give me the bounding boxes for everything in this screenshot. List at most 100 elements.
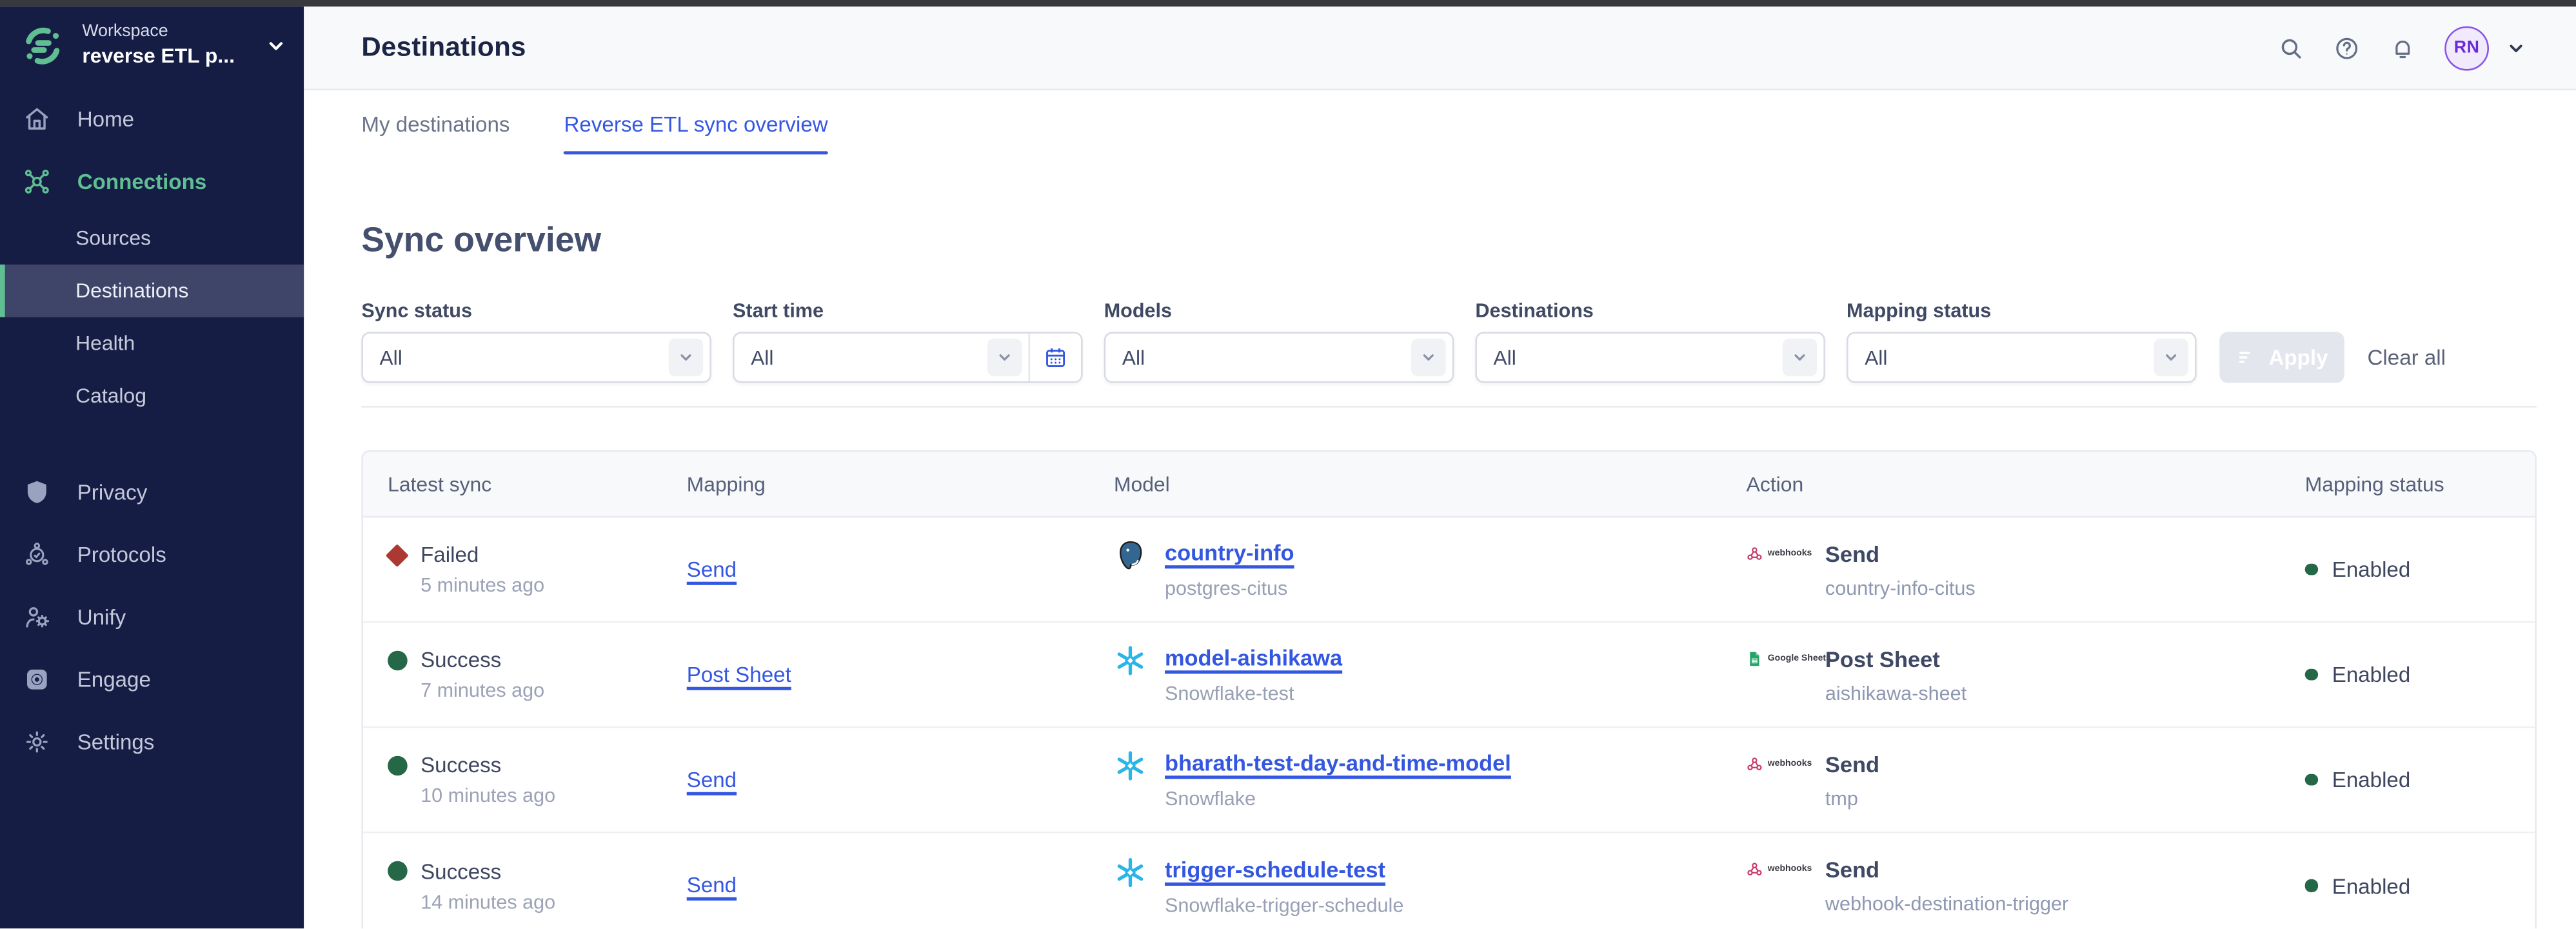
latest-sync-cell: Failed5 minutes ago xyxy=(363,543,687,597)
table-row: Success7 minutes agoPost Sheetmodel-aish… xyxy=(363,623,2535,728)
mapping-link[interactable]: Send xyxy=(687,556,737,581)
chevron-down-icon[interactable] xyxy=(2505,37,2526,58)
mapping-cell: Send xyxy=(687,871,1114,901)
model-source: postgres-citus xyxy=(1165,577,1294,600)
sidebar-item-settings[interactable]: Settings xyxy=(0,710,304,772)
sidebar-item-label: Engage xyxy=(77,666,151,691)
content: Sync overview Sync statusAllStart timeAl… xyxy=(304,219,2576,929)
tab-reverse-etl-sync-overview[interactable]: Reverse ETL sync overview xyxy=(564,90,828,157)
google-sheets-logo: Google Sheets xyxy=(1747,650,1812,666)
sidebar-item-destinations[interactable]: Destinations xyxy=(0,265,304,317)
sidebar-item-engage[interactable]: Engage xyxy=(0,648,304,710)
sidebar-item-label: Privacy xyxy=(77,479,148,504)
topbar: Destinations RN xyxy=(304,6,2576,90)
connections-icon xyxy=(23,167,51,195)
action-name: Post Sheet xyxy=(1825,645,1967,673)
sidebar-nav: Home Connections SourcesDestinationsHealth… xyxy=(0,87,304,772)
table-row: Success10 minutes agoSendbharath-test-da… xyxy=(363,728,2535,833)
postgresql-icon xyxy=(1114,539,1147,572)
apply-label: Apply xyxy=(2269,345,2328,370)
model-link[interactable]: country-info xyxy=(1165,539,1294,566)
status-success-icon xyxy=(388,861,408,881)
sidebar-item-catalog[interactable]: Catalog xyxy=(0,370,304,423)
sidebar-item-connections[interactable]: Connections xyxy=(0,150,304,212)
filter-select-models[interactable]: All xyxy=(1105,334,1452,381)
mapping-cell: Send xyxy=(687,555,1114,584)
app-root: Workspace reverse ETL p... Home Connectio… xyxy=(0,0,2576,929)
sync-overview-table: Latest syncMappingModelActionMapping sta… xyxy=(361,450,2536,929)
home-icon xyxy=(23,105,51,132)
filter-label: Models xyxy=(1104,299,1454,323)
chevron-down-icon xyxy=(987,339,1022,377)
chevron-down-icon xyxy=(1411,339,1445,377)
sidebar-item-label: Settings xyxy=(77,729,155,754)
sync-status-text: Success xyxy=(421,648,501,672)
enabled-dot-icon xyxy=(2305,774,2317,786)
snowflake-icon xyxy=(1114,750,1147,783)
action-cell: webhooksSendcountry-info-citus xyxy=(1747,540,2295,599)
sidebar-item-protocols[interactable]: Protocols xyxy=(0,523,304,585)
action-destination: tmp xyxy=(1825,786,1879,810)
sync-time: 5 minutes ago xyxy=(388,574,687,597)
sidebar-item-label: Connections xyxy=(77,168,207,193)
mapping-status-cell: Enabled xyxy=(2295,557,2535,581)
sidebar-item-privacy[interactable]: Privacy xyxy=(0,460,304,523)
notifications-bell-icon[interactable] xyxy=(2389,34,2417,61)
mapping-link[interactable]: Post Sheet xyxy=(687,661,791,686)
tab-bar: My destinations Reverse ETL sync overview xyxy=(304,90,2576,157)
model-link[interactable]: trigger-schedule-test xyxy=(1165,855,1385,883)
filter-label: Start time xyxy=(733,299,1083,323)
calendar-icon[interactable] xyxy=(1029,334,1082,381)
filter-select-start-time[interactable]: All xyxy=(735,334,1029,381)
avatar[interactable]: RN xyxy=(2444,25,2489,70)
apply-button[interactable]: Apply xyxy=(2219,332,2344,383)
sidebar-item-home[interactable]: Home xyxy=(0,87,304,150)
snowflake-icon xyxy=(1114,855,1147,888)
search-icon[interactable] xyxy=(2277,34,2304,61)
filter-select-sync-status[interactable]: All xyxy=(363,334,709,381)
action-cell: Google SheetsPost Sheetaishikawa-sheet xyxy=(1747,645,2295,704)
workspace-switcher[interactable]: Workspace reverse ETL p... xyxy=(0,6,304,69)
enabled-dot-icon xyxy=(2305,879,2317,892)
sidebar-item-sources[interactable]: Sources xyxy=(0,212,304,265)
filter-field-sync-status: Sync statusAll xyxy=(361,299,711,383)
main-area: Destinations RN My destinations Reverse E… xyxy=(304,6,2576,929)
mapping-cell: Send xyxy=(687,765,1114,795)
sync-status-text: Success xyxy=(421,859,501,883)
action-name: Send xyxy=(1825,856,2068,884)
select-value: All xyxy=(1122,346,1411,369)
model-cell: bharath-test-day-and-time-model Snowflake xyxy=(1114,750,1747,810)
model-link[interactable]: model-aishikawa xyxy=(1165,644,1342,672)
mapping-status-text: Enabled xyxy=(2332,663,2411,687)
filter-field-destinations: DestinationsAll xyxy=(1475,299,1825,383)
sidebar-item-label: Protocols xyxy=(77,541,166,566)
mapping-link[interactable]: Send xyxy=(687,873,737,897)
sidebar-item-unify[interactable]: Unify xyxy=(0,585,304,648)
sidebar-item-health[interactable]: Health xyxy=(0,317,304,370)
chevron-down-icon xyxy=(669,339,703,377)
model-link[interactable]: bharath-test-day-and-time-model xyxy=(1165,750,1511,777)
webhooks-icon xyxy=(1747,755,1763,771)
mapping-status-cell: Enabled xyxy=(2295,663,2535,687)
status-success-icon xyxy=(388,755,408,775)
google-sheets-icon xyxy=(1747,650,1763,666)
destination-logo-label: webhooks xyxy=(1768,759,1812,768)
clear-all-button[interactable]: Clear all xyxy=(2368,345,2446,370)
mapping-link[interactable]: Send xyxy=(687,766,737,791)
protocols-icon xyxy=(23,540,51,568)
filter-select-destinations[interactable]: All xyxy=(1477,334,1823,381)
unify-icon xyxy=(23,603,51,630)
tab-my-destinations[interactable]: My destinations xyxy=(361,90,510,157)
help-icon[interactable] xyxy=(2333,34,2361,61)
sidebar-item-label: Catalog xyxy=(75,385,146,408)
webhooks-icon xyxy=(1747,544,1763,561)
chevron-down-icon xyxy=(264,34,288,57)
filter-field-start-time: Start time All xyxy=(733,299,1083,383)
filter-field-mapping-status: Mapping statusAll xyxy=(1847,299,2197,383)
filter-select-mapping-status[interactable]: All xyxy=(1848,334,2195,381)
filter-field-models: Models All xyxy=(1104,299,1454,383)
mapping-status-text: Enabled xyxy=(2332,874,2411,898)
mapping-status-cell: Enabled xyxy=(2295,768,2535,792)
model-source: Snowflake xyxy=(1165,787,1511,810)
sidebar: Workspace reverse ETL p... Home Connectio… xyxy=(0,6,304,929)
